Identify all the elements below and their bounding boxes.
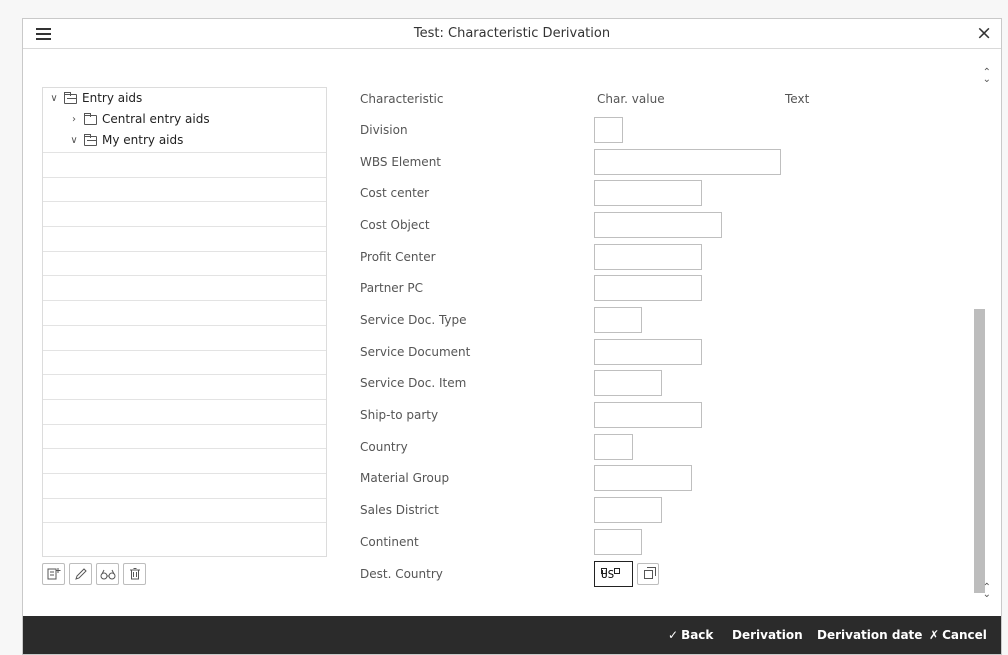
tree-empty-row xyxy=(43,153,326,178)
partner-pc-field[interactable] xyxy=(594,275,702,301)
service-doc-type-field[interactable] xyxy=(594,307,642,333)
label-cost-center: Cost center xyxy=(360,186,430,200)
tree-toolbar xyxy=(42,563,146,585)
entry-aids-tree: ∨ Entry aids › Central entry aids ∨ My e… xyxy=(42,87,327,557)
label-sales-district: Sales District xyxy=(360,503,439,517)
country-field[interactable] xyxy=(594,434,633,460)
column-header-characteristic: Characteristic xyxy=(360,92,444,106)
check-icon: ✓ xyxy=(668,628,679,642)
back-label: Back xyxy=(681,628,714,642)
derivation-dialog: Test: Characteristic Derivation × ∨ Entr… xyxy=(22,18,1002,655)
folder-open-icon xyxy=(84,133,97,146)
display-button[interactable] xyxy=(96,563,119,585)
profit-center-field[interactable] xyxy=(594,244,702,270)
derivation-label: Derivation xyxy=(732,628,803,642)
value-help-button[interactable] xyxy=(637,563,659,585)
create-entry-aid-button[interactable] xyxy=(42,563,65,585)
derivation-date-label: Derivation date xyxy=(817,628,923,642)
delete-button[interactable] xyxy=(123,563,146,585)
tree-empty-row xyxy=(43,227,326,252)
chevron-down-icon[interactable]: ∨ xyxy=(68,130,80,151)
tree-node-entry-aids[interactable]: ∨ Entry aids xyxy=(43,88,326,109)
label-service-doc-item: Service Doc. Item xyxy=(360,376,467,390)
tree-empty-row xyxy=(43,326,326,351)
label-country: Country xyxy=(360,440,408,454)
tree-node-label: Entry aids xyxy=(82,91,143,105)
scroll-up-down-icon[interactable]: ⌃ ⌄ xyxy=(983,68,991,85)
tree-empty-row xyxy=(43,276,326,302)
back-button[interactable]: ✓ Back xyxy=(668,628,713,642)
title-bar: Test: Characteristic Derivation × xyxy=(23,19,1001,49)
tree-empty-row xyxy=(43,301,326,326)
column-header-text: Text xyxy=(785,92,810,106)
tree-empty-row xyxy=(43,252,326,277)
label-cost-object: Cost Object xyxy=(360,218,430,232)
footer-toolbar: ✓ Back Derivation Derivation date ✗ Cancel xyxy=(23,616,1001,654)
close-icon[interactable]: × xyxy=(976,23,992,43)
create-entry-aid-icon xyxy=(47,568,60,580)
scroll-up-down-icon-bottom[interactable]: ⌃ ⌄ xyxy=(983,583,991,600)
service-document-field[interactable] xyxy=(594,339,702,365)
service-doc-item-field[interactable] xyxy=(594,370,662,396)
chevron-right-icon[interactable]: › xyxy=(68,109,80,130)
label-material-group: Material Group xyxy=(360,471,450,485)
tree-empty-row xyxy=(43,375,326,400)
column-header-char-value: Char. value xyxy=(597,92,665,106)
window-title: Test: Characteristic Derivation xyxy=(413,26,611,41)
tree-empty-row xyxy=(43,425,326,450)
tree-empty-row xyxy=(43,523,326,548)
cancel-x-icon: ✗ xyxy=(929,628,940,642)
continent-field[interactable] xyxy=(594,529,642,555)
tree-node-label: Central entry aids xyxy=(102,112,210,126)
tree-node-label: My entry aids xyxy=(102,133,184,147)
delete-trash-icon xyxy=(129,568,140,580)
value-help-icon xyxy=(643,566,656,579)
cost-center-field[interactable] xyxy=(594,180,702,206)
display-glasses-icon xyxy=(100,569,115,580)
ship-to-party-field[interactable] xyxy=(594,402,702,428)
cancel-label: Cancel xyxy=(942,628,987,642)
vertical-scrollbar[interactable] xyxy=(974,309,985,593)
material-group-field[interactable] xyxy=(594,465,692,491)
tree-empty-row xyxy=(43,400,326,425)
division-field[interactable] xyxy=(594,117,623,143)
label-profit-center: Profit Center xyxy=(360,250,436,264)
chevron-down-icon[interactable]: ∨ xyxy=(48,88,60,109)
label-partner-pc: Partner PC xyxy=(360,281,424,295)
label-service-document: Service Document xyxy=(360,345,471,359)
sales-district-field[interactable] xyxy=(594,497,662,523)
edit-pencil-icon xyxy=(74,568,87,580)
tree-empty-row xyxy=(43,449,326,474)
tree-empty-row xyxy=(43,202,326,228)
label-ship-to-party: Ship-to party xyxy=(360,408,439,422)
tree-node-central-entry-aids[interactable]: › Central entry aids xyxy=(43,109,326,130)
cancel-button[interactable]: ✗ Cancel xyxy=(929,628,987,642)
derivation-date-button[interactable]: Derivation date xyxy=(817,628,922,642)
folder-icon xyxy=(84,112,97,125)
tree-empty-row xyxy=(43,178,326,203)
label-service-doc-type: Service Doc. Type xyxy=(360,313,467,327)
label-division: Division xyxy=(360,123,408,137)
tree-empty-row xyxy=(43,474,326,499)
label-continent: Continent xyxy=(360,535,419,549)
edit-button[interactable] xyxy=(69,563,92,585)
derivation-button[interactable]: Derivation xyxy=(732,628,803,642)
dest-country-field[interactable]: US xyxy=(594,561,633,587)
tree-empty-row xyxy=(43,351,326,376)
cost-object-field[interactable] xyxy=(594,212,722,238)
label-dest-country: Dest. Country xyxy=(360,567,443,581)
tree-empty-row xyxy=(43,499,326,524)
wbs-element-field[interactable] xyxy=(594,149,781,175)
label-wbs-element: WBS Element xyxy=(360,155,441,169)
folder-open-icon xyxy=(64,91,77,104)
tree-node-my-entry-aids[interactable]: ∨ My entry aids xyxy=(43,130,326,153)
